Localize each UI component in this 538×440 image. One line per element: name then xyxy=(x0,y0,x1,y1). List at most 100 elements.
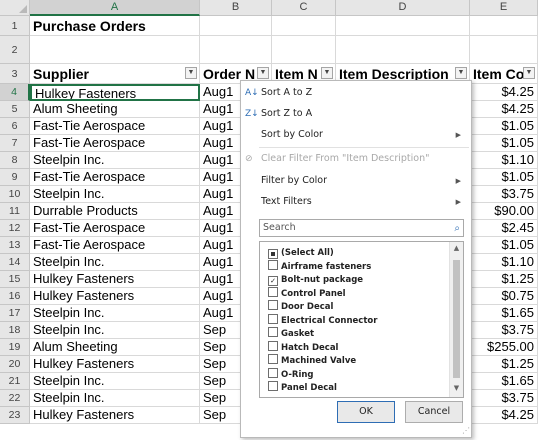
supplier-cell[interactable]: Fast-Tie Aerospace xyxy=(30,237,200,254)
filter-dropdown-button[interactable]: ▼ xyxy=(321,67,333,79)
checkbox[interactable] xyxy=(268,340,278,351)
sort-z-to-a-item[interactable]: Z↓ Sort Z to A xyxy=(241,104,471,124)
list-scrollbar[interactable]: ▲ ▼ xyxy=(449,242,463,397)
supplier-cell[interactable]: Steelpin Inc. xyxy=(30,305,200,322)
filter-value-item[interactable]: Airframe fasteners xyxy=(268,259,371,274)
column-header-d[interactable]: D xyxy=(336,0,470,16)
filter-values-list[interactable]: ▲ ▼ (Select All) Airframe fasteners ✓ Bolt-… xyxy=(259,241,464,398)
supplier-cell[interactable]: Hulkey Fasteners xyxy=(30,288,200,305)
supplier-cell[interactable]: Steelpin Inc. xyxy=(30,186,200,203)
row-header[interactable]: 1 xyxy=(0,16,30,36)
supplier-cell[interactable]: Steelpin Inc. xyxy=(30,152,200,169)
scrollbar-thumb[interactable] xyxy=(453,260,460,378)
column-header-b[interactable]: B xyxy=(200,0,272,16)
empty-cell[interactable] xyxy=(30,36,200,64)
supplier-cell[interactable]: Fast-Tie Aerospace xyxy=(30,169,200,186)
checkbox[interactable]: ✓ xyxy=(268,276,278,286)
checkbox[interactable] xyxy=(268,354,278,364)
column-header-e[interactable]: E xyxy=(470,0,538,16)
supplier-cell[interactable]: Hulkey Fasteners xyxy=(30,84,200,101)
header-item-cost[interactable]: Item Co ▼ xyxy=(470,64,538,84)
item-cost-cell[interactable]: $2.45 xyxy=(470,220,538,237)
empty-cell[interactable] xyxy=(470,36,538,64)
filter-value-item[interactable]: Machined Valve xyxy=(268,354,356,368)
checkbox[interactable] xyxy=(268,381,278,391)
row-header[interactable]: 11 xyxy=(0,203,30,220)
checkbox[interactable] xyxy=(268,249,278,259)
header-supplier[interactable]: Supplier ▼ xyxy=(30,64,200,84)
row-header[interactable]: 14 xyxy=(0,254,30,271)
item-cost-cell[interactable]: $90.00 xyxy=(470,203,538,220)
supplier-cell[interactable]: Hulkey Fasteners xyxy=(30,356,200,373)
row-header[interactable]: 10 xyxy=(0,186,30,203)
checkbox[interactable] xyxy=(268,313,278,324)
filter-value-item[interactable]: Electrical Connector xyxy=(268,313,377,328)
column-header-c[interactable]: C xyxy=(272,0,336,16)
empty-cell[interactable] xyxy=(272,16,336,36)
filter-by-color-item[interactable]: Filter by Color ▶ xyxy=(241,171,471,191)
row-header[interactable]: 20 xyxy=(0,356,30,373)
empty-cell[interactable] xyxy=(200,36,272,64)
filter-dropdown-button[interactable]: ▼ xyxy=(257,67,269,79)
empty-cell[interactable] xyxy=(200,16,272,36)
filter-value-item[interactable]: ✓ Bolt-nut package xyxy=(268,273,363,287)
supplier-cell[interactable]: Alum Sheeting xyxy=(30,339,200,356)
item-cost-cell[interactable]: $4.25 xyxy=(470,101,538,118)
row-header[interactable]: 7 xyxy=(0,135,30,152)
row-header[interactable]: 16 xyxy=(0,288,30,305)
filter-value-item[interactable]: Gasket xyxy=(268,327,314,341)
item-cost-cell[interactable]: $3.75 xyxy=(470,390,538,407)
column-header-a[interactable]: A xyxy=(30,0,200,16)
filter-dropdown-button[interactable]: ▼ xyxy=(523,67,535,79)
item-cost-cell[interactable]: $1.65 xyxy=(470,373,538,390)
item-cost-cell[interactable]: $1.10 xyxy=(470,254,538,271)
item-cost-cell[interactable]: $255.00 xyxy=(470,339,538,356)
row-header[interactable]: 19 xyxy=(0,339,30,356)
filter-dropdown-button[interactable]: ▼ xyxy=(185,67,197,79)
filter-search-input[interactable]: Search ⌕ xyxy=(259,219,464,237)
checkbox[interactable] xyxy=(268,259,278,270)
row-header[interactable]: 5 xyxy=(0,101,30,118)
scroll-down-icon[interactable]: ▼ xyxy=(450,384,463,392)
row-header[interactable]: 23 xyxy=(0,407,30,424)
row-header[interactable]: 8 xyxy=(0,152,30,169)
empty-cell[interactable] xyxy=(336,16,470,36)
item-cost-cell[interactable]: $1.10 xyxy=(470,152,538,169)
item-cost-cell[interactable]: $3.75 xyxy=(470,186,538,203)
select-all-corner[interactable] xyxy=(0,0,30,16)
row-header[interactable]: 4 xyxy=(0,84,30,101)
supplier-cell[interactable]: Alum Sheeting xyxy=(30,101,200,118)
filter-value-item[interactable]: Panel Decal xyxy=(268,381,337,395)
filter-active-dropdown-button[interactable]: ▼ xyxy=(455,67,467,79)
item-cost-cell[interactable]: $1.05 xyxy=(470,237,538,254)
supplier-cell[interactable]: Steelpin Inc. xyxy=(30,322,200,339)
row-header[interactable]: 12 xyxy=(0,220,30,237)
item-cost-cell[interactable]: $4.25 xyxy=(470,84,538,101)
row-header[interactable]: 21 xyxy=(0,373,30,390)
ok-button[interactable]: OK xyxy=(337,401,395,423)
clear-filter-item[interactable]: ⊘ Clear Filter From "Item Description" xyxy=(241,149,471,169)
scroll-up-icon[interactable]: ▲ xyxy=(450,244,463,252)
sort-a-to-z-item[interactable]: A↓ Sort A to Z xyxy=(241,83,471,103)
item-cost-cell[interactable]: $1.05 xyxy=(470,169,538,186)
resize-grip-icon[interactable]: ⋰ xyxy=(462,426,470,435)
row-header[interactable]: 17 xyxy=(0,305,30,322)
supplier-cell[interactable]: Hulkey Fasteners xyxy=(30,271,200,288)
row-header[interactable]: 2 xyxy=(0,36,30,64)
cancel-button[interactable]: Cancel xyxy=(405,401,463,423)
sort-by-color-item[interactable]: Sort by Color ▶ xyxy=(241,125,471,145)
item-cost-cell[interactable]: $3.75 xyxy=(470,322,538,339)
row-header[interactable]: 15 xyxy=(0,271,30,288)
supplier-cell[interactable]: Durrable Products xyxy=(30,203,200,220)
supplier-cell[interactable]: Hulkey Fasteners xyxy=(30,407,200,424)
item-cost-cell[interactable]: $1.05 xyxy=(470,118,538,135)
supplier-cell[interactable]: Steelpin Inc. xyxy=(30,373,200,390)
row-header[interactable]: 3 xyxy=(0,64,30,84)
item-cost-cell[interactable]: $4.25 xyxy=(470,407,538,424)
filter-value-item[interactable]: O-Ring xyxy=(268,367,314,382)
row-header[interactable]: 9 xyxy=(0,169,30,186)
item-cost-cell[interactable]: $1.05 xyxy=(470,135,538,152)
empty-cell[interactable] xyxy=(470,16,538,36)
item-cost-cell[interactable]: $1.25 xyxy=(470,356,538,373)
filter-value-item[interactable]: (Select All) xyxy=(268,246,334,260)
